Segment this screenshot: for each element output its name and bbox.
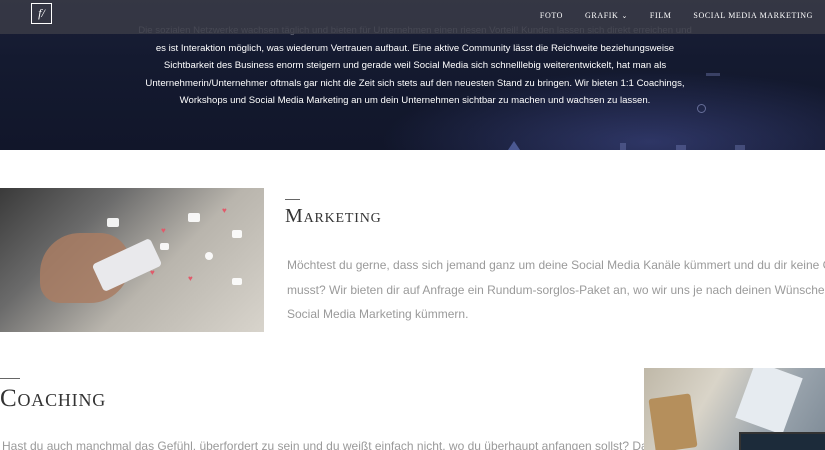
marketing-line: Möchtest du gerne, dass sich jemand ganz… [287,258,825,272]
chat-bubble-icon [232,278,242,285]
chat-bubble-icon [188,213,200,222]
coaching-description: Hast du auch manchmal das Gefühl, überfo… [2,438,654,450]
hero-line: es ist Interaktion möglich, was wiederum… [155,42,675,54]
nav-item-social-media-marketing[interactable]: Social Media Marketing [693,11,813,20]
mail-icon [160,243,169,250]
hero-decoration [735,145,745,150]
site-logo[interactable]: f/ [31,3,52,24]
nav-item-foto[interactable]: Foto [540,11,563,20]
chevron-down-icon: ⌄ [621,11,628,20]
heart-icon: ♥ [161,226,166,235]
hero-description: Die sozialen Netzwerke wachsen täglich u… [120,22,710,110]
coaching-line: Hast du auch manchmal das Gefühl, überfo… [2,439,654,450]
hero-decoration [676,145,686,150]
nav-item-grafik[interactable]: Grafik ⌄ [585,11,628,20]
title-divider [0,378,20,379]
title-divider [285,199,300,200]
heart-icon: ♥ [188,274,193,283]
notebook-shape [648,393,698,450]
marketing-line: Social Media Marketing kümmern. [287,307,469,321]
nav-item-film[interactable]: Film [650,11,672,20]
coaching-image [644,368,825,450]
hero-line: Unternehmerin/Unternehmer oftmals gar ni… [145,77,685,89]
logo-glyph: f/ [38,6,45,20]
hero-line: Sichtbarkeit des Business enorm steigern… [163,60,667,72]
top-navigation-bar: f/ Foto Grafik ⌄ Film Social Media Market… [0,0,825,34]
mail-icon [232,230,242,238]
hero-decoration [620,143,626,150]
tablet-shape [739,432,825,450]
nav-item-label: Social Media Marketing [693,11,813,20]
main-menu: Foto Grafik ⌄ Film Social Media Marketing [540,11,813,20]
marketing-line: musst? Wir bieten dir auf Anfrage ein Ru… [287,282,825,297]
heart-icon: ♥ [150,268,155,277]
marketing-description: Möchtest du gerne, dass sich jemand ganz… [287,253,825,327]
nav-item-label: Film [649,11,672,20]
heart-icon: ♥ [222,206,227,215]
arm-shape [735,368,803,435]
circle-icon [205,252,213,260]
coaching-title: Coaching [0,385,107,412]
marketing-image: ♥ ♥ ♥ ♥ [0,188,264,332]
marketing-title: Marketing [285,205,382,227]
nav-item-label: Foto [539,11,564,20]
nav-item-label: Grafik [585,11,619,20]
chat-bubble-icon [107,218,119,227]
hero-line: Workshops und Social Media Marketing an … [179,95,651,107]
